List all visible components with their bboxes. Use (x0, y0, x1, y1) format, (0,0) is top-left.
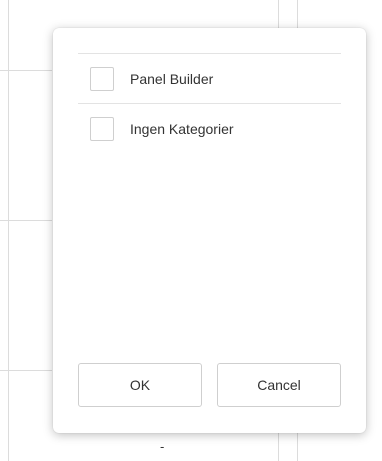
category-label: Ingen Kategorier (130, 121, 234, 137)
category-item-panel-builder[interactable]: Panel Builder (78, 54, 341, 104)
category-label: Panel Builder (130, 70, 214, 87)
category-list: Panel Builder Ingen Kategorier (78, 53, 341, 154)
table-cell-text: - (160, 439, 165, 454)
dialog-buttons: OK Cancel (78, 363, 341, 407)
checkbox-panel-builder[interactable] (90, 66, 114, 91)
category-filter-dialog: Panel Builder Ingen Kategorier OK Cancel (53, 28, 366, 433)
table-grid-line (0, 70, 52, 71)
ok-button[interactable]: OK (78, 363, 202, 407)
screen: - Panel Builder Ingen Kategorier OK Canc… (0, 0, 382, 461)
checkbox-ingen-kategorier[interactable] (90, 117, 114, 141)
table-grid-line (0, 220, 52, 221)
category-item-ingen-kategorier[interactable]: Ingen Kategorier (78, 104, 341, 154)
table-grid-line (0, 370, 52, 371)
cancel-button[interactable]: Cancel (217, 363, 341, 407)
